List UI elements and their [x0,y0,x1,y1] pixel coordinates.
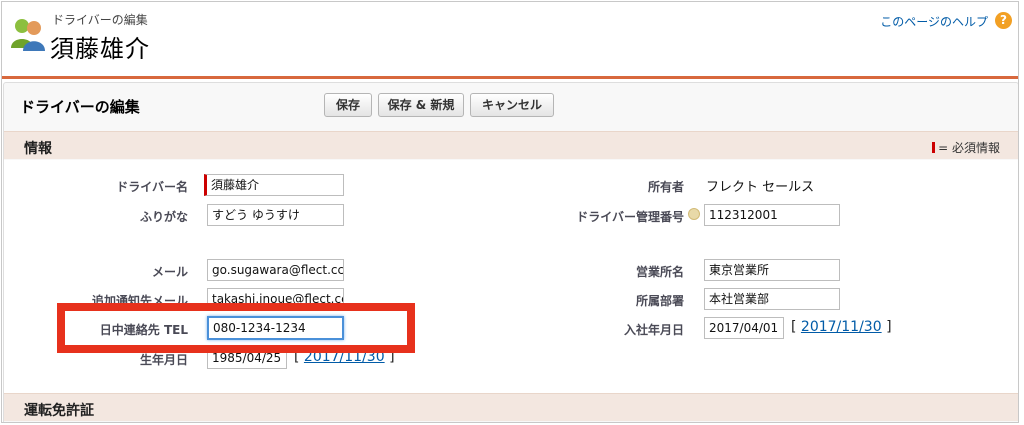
section-header-license[interactable]: 運転免許証 [4,393,1018,421]
mgmt-no-input[interactable]: 112312001 [704,204,840,226]
department-label: 所属部署 [635,294,684,308]
save-new-button[interactable]: 保存 & 新規 [378,93,464,117]
section-title: 情報 [24,141,52,157]
app-window: ドライバーの編集 須藤雄介 このページのヘルプ ? ドライバーの編集 保存 保存… [1,1,1019,423]
section-title: 運転免許証 [24,403,94,419]
join-date-input[interactable]: 2017/04/01 [704,317,784,339]
save-button[interactable]: 保存 [324,93,372,117]
header-divider [2,76,1018,79]
help-icon[interactable]: ? [995,12,1012,29]
owner-value: フレクト セールス [706,180,815,195]
info-icon[interactable] [688,208,700,220]
driver-name-label: ドライバー名 [116,180,188,194]
form-body: ドライバー名 須藤雄介 ふりがな すどう ゆうすけ メール go.sugawar… [4,160,1018,393]
join-date-label: 入社年月日 [623,323,684,337]
highlight-annotation [57,303,415,353]
email-input[interactable]: go.sugawara@flect.cc [207,259,344,281]
edit-page-block: ドライバーの編集 保存 保存 & 新規 キャンセル 情報 = 必須情報 ドライバ… [3,82,1018,422]
email-label: メール [151,265,188,279]
office-label: 営業所名 [635,265,684,279]
page-title: 須藤雄介 [50,35,150,63]
page-subtitle: ドライバーの編集 [52,13,148,27]
section-header-info[interactable]: 情報 = 必須情報 [4,131,1018,159]
furigana-label: ふりがな [139,210,188,224]
page-header: ドライバーの編集 須藤雄介 このページのヘルプ ? [2,2,1018,76]
department-input[interactable]: 本社営業部 [704,288,840,310]
office-input[interactable]: 東京営業所 [704,259,840,281]
birthday-label: 生年月日 [139,353,188,367]
required-mark-icon [932,142,936,153]
help-link[interactable]: このページのヘルプ [880,13,988,30]
owner-label: 所有者 [647,180,684,194]
driver-name-input[interactable]: 須藤雄介 [204,174,344,196]
block-title: ドライバーの編集 [20,98,140,116]
required-legend: = 必須情報 [932,139,1000,156]
users-icon [11,19,45,51]
mgmt-no-label: ドライバー管理番号 [576,210,684,224]
furigana-input[interactable]: すどう ゆうすけ [207,204,344,226]
join-date-today-link[interactable]: [ 2017/11/30 ] [791,319,892,335]
cancel-button[interactable]: キャンセル [470,93,554,117]
